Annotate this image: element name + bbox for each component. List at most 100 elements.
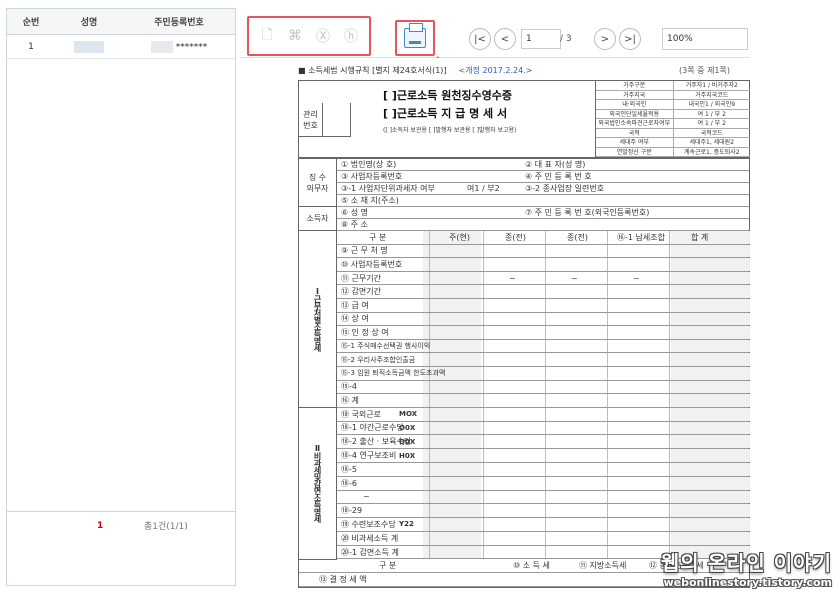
exempt-item-label: ⑱-5 bbox=[341, 464, 357, 474]
income-item-label: ⑩ 사업자등록번호 bbox=[341, 259, 403, 269]
column-line bbox=[483, 258, 484, 271]
shade-cell bbox=[423, 545, 481, 559]
pdf-export-icon[interactable]: ⌘ bbox=[285, 25, 305, 47]
employee-list-panel: 순번 성명 주민등록번호 1 ******* 1 총1건(1/1) bbox=[6, 8, 236, 586]
table-row: ③-1 사업자단위과세자 여부 여1 / 부2 ③-2 종사업장 일련번호 bbox=[299, 183, 749, 195]
column-line bbox=[483, 490, 484, 504]
earner-field-label: ⑥ 성 명 bbox=[341, 208, 368, 217]
mgmt-label-line1: 관리 bbox=[303, 109, 318, 119]
table-row: ~ bbox=[299, 490, 750, 505]
column-line bbox=[429, 244, 430, 258]
column-line bbox=[545, 545, 546, 559]
section-label: 징 수 의무자 bbox=[299, 159, 337, 207]
column-line bbox=[669, 462, 670, 476]
shade-cell bbox=[671, 231, 750, 244]
next-page-button[interactable]: > bbox=[594, 28, 616, 50]
withholding-receipt-page: ■ 소득세법 시행규칙 [별지 제24호서식(1)] <개정 2017.2.24… bbox=[298, 58, 750, 593]
shade-cell bbox=[671, 462, 750, 476]
save-file-icon[interactable]: 🗋 bbox=[257, 25, 277, 47]
table-row: ⑮-1 주식매수선택권 행사이익 bbox=[299, 339, 750, 354]
excel-export-icon[interactable]: Ⓧ bbox=[313, 25, 333, 47]
print-button[interactable] bbox=[395, 20, 435, 56]
column-line bbox=[545, 476, 546, 490]
tax-header-local: ⑪ 지방소득세 bbox=[579, 561, 627, 571]
column-line bbox=[545, 312, 546, 326]
resident-key: 연말정산 구분 bbox=[596, 147, 674, 156]
tax-header-label: 구 분 bbox=[379, 561, 397, 571]
shade-cell bbox=[423, 476, 481, 490]
pagination-current-page[interactable]: 1 bbox=[97, 521, 103, 531]
shade-cell bbox=[671, 504, 750, 518]
shade-cell bbox=[671, 353, 750, 366]
shade-cell bbox=[423, 518, 481, 531]
table-row: ⑱-6 bbox=[299, 476, 750, 491]
exempt-item-label: ⑱-29 bbox=[341, 506, 363, 516]
table-row: ① 법인명(상 호) ② 대 표 자(성 명) bbox=[299, 159, 749, 171]
column-line bbox=[545, 435, 546, 449]
zoom-select[interactable]: 100% bbox=[662, 28, 748, 50]
table-row: ⑯ 계 bbox=[299, 394, 750, 408]
exempt-item-label: ⑲ 수련보조수당 bbox=[341, 519, 396, 529]
column-line bbox=[545, 231, 546, 244]
prev-page-button[interactable]: < bbox=[494, 28, 516, 50]
column-line bbox=[429, 490, 430, 504]
table-row: ⑤ 소 재 지(주소) bbox=[299, 195, 749, 207]
column-line bbox=[545, 258, 546, 271]
table-row: ⑱-1 야간근로수당 O0X bbox=[299, 421, 750, 436]
header-name: 성명 bbox=[80, 18, 98, 28]
resident-key: 국적 bbox=[596, 128, 674, 137]
column-line bbox=[483, 545, 484, 559]
column-line bbox=[483, 231, 484, 244]
column-line bbox=[483, 339, 484, 353]
form-section: Ⅰ근무처별소득명세 구 분 주(현) 종(전) 종(전) ⑯-1 납세조합 합 계 ⑨ 근 무… bbox=[299, 231, 750, 408]
column-line bbox=[607, 258, 608, 271]
export-button-group: 🗋 ⌘ Ⓧ ⓗ bbox=[247, 16, 371, 56]
document-viewer[interactable]: ■ 소득세법 시행규칙 [별지 제24호서식(1)] <개정 2017.2.24… bbox=[240, 58, 750, 593]
column-line bbox=[429, 435, 430, 449]
page-number-input[interactable]: 1 bbox=[521, 29, 561, 49]
shade-cell bbox=[423, 312, 481, 326]
table-row: 구 분 주(현) 종(전) 종(전) ⑯-1 납세조합 합 계 bbox=[299, 231, 750, 245]
hwp-export-icon[interactable]: ⓗ bbox=[341, 25, 361, 47]
column-line bbox=[607, 504, 608, 518]
income-item-label: ⑨ 근 무 처 명 bbox=[341, 246, 388, 256]
form-title-block: 관리 번호 [ ]근로소득 원천징수영수증 [ ]근로소득 지 급 명 세 서 … bbox=[298, 80, 750, 158]
form-section: 소득자 ⑥ 성 명 ⑦ 주 민 등 록 번 호(외국인등록번호) ⑧ 주 소 bbox=[299, 207, 749, 231]
tax-header-income: ⑩ 소 득 세 bbox=[513, 561, 550, 571]
printer-icon bbox=[404, 23, 426, 48]
resident-value: 거주자1 / 비거주자2 bbox=[685, 82, 738, 89]
column-line bbox=[545, 285, 546, 298]
first-page-button[interactable]: |< bbox=[469, 28, 491, 50]
column-line bbox=[669, 244, 670, 258]
income-item-label: ⑮ 인 정 상 여 bbox=[341, 327, 389, 337]
form-title-statement: [ ]근로소득 지 급 명 세 서 bbox=[383, 107, 508, 120]
resident-row: 외국인단일세율적용 여 1 / 부 2 bbox=[596, 109, 750, 119]
row-rrn: ******* bbox=[123, 40, 235, 53]
payer-field-label-right: ③-2 종사업장 일련번호 bbox=[525, 184, 605, 193]
resident-value: 계속근로1, 중도퇴사2 bbox=[683, 148, 740, 156]
pagination-total: 총1건(1/1) bbox=[144, 522, 188, 532]
column-line bbox=[669, 258, 670, 271]
exempt-item-label: ⑱-1 야간근로수당 bbox=[341, 423, 404, 433]
column-line bbox=[545, 394, 546, 407]
shade-cell bbox=[423, 271, 481, 285]
column-line bbox=[429, 312, 430, 326]
income-item-label: ⑫ 감면기간 bbox=[341, 287, 381, 297]
column-line bbox=[607, 380, 608, 394]
list-row[interactable]: 1 ******* bbox=[7, 35, 235, 59]
last-page-button[interactable]: >| bbox=[619, 28, 641, 50]
resident-row: 국적 국적코드 bbox=[596, 128, 750, 138]
column-line bbox=[429, 258, 430, 271]
period-dash: ~ bbox=[633, 273, 640, 283]
column-header: 구 분 bbox=[369, 232, 387, 242]
table-row: ⑬ 급 여 bbox=[299, 298, 750, 313]
column-line bbox=[607, 490, 608, 504]
column-line bbox=[669, 353, 670, 366]
resident-value: 국적코드 bbox=[700, 129, 723, 137]
table-row: ⑱-2 출산 · 보육수당 Q0X bbox=[299, 435, 750, 450]
table-row: ③ 사업자등록번호 ④ 주 민 등 록 번 호 bbox=[299, 171, 749, 183]
income-item-label: ⑭ 상 여 bbox=[341, 314, 369, 324]
list-pagination: 1 총1건(1/1) bbox=[7, 511, 235, 539]
column-line bbox=[483, 394, 484, 407]
column-line bbox=[669, 421, 670, 435]
